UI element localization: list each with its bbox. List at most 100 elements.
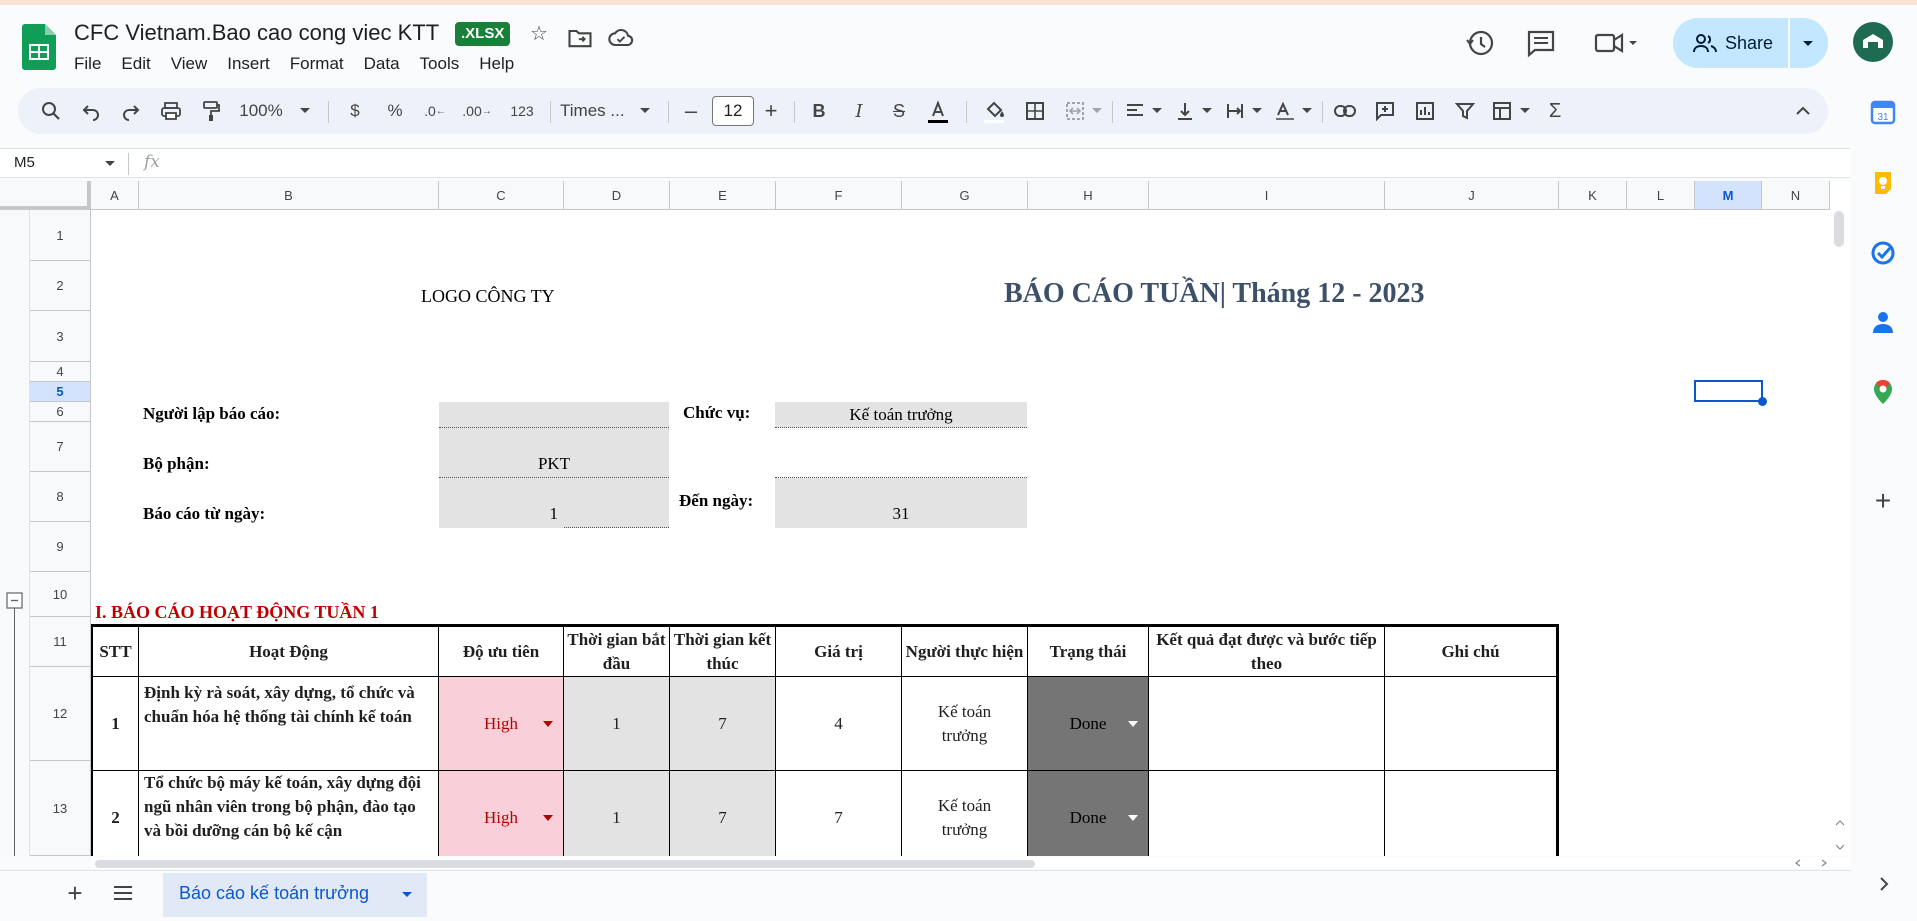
account-avatar[interactable] bbox=[1853, 22, 1893, 62]
filter-views-chevron-down-icon[interactable] bbox=[1518, 88, 1532, 134]
row-header-5[interactable]: 5 bbox=[30, 382, 91, 402]
row2-value[interactable]: 7 bbox=[776, 771, 902, 856]
merge-chevron-down-icon[interactable] bbox=[1090, 88, 1104, 134]
collapse-group-icon[interactable] bbox=[6, 592, 24, 856]
from-date-field-extra[interactable] bbox=[564, 478, 669, 528]
row1-priority[interactable]: High bbox=[439, 677, 564, 771]
sheets-logo-icon[interactable] bbox=[22, 24, 56, 70]
add-sheet-icon[interactable]: + bbox=[62, 880, 88, 906]
department-field[interactable]: PKT bbox=[439, 428, 669, 478]
menu-insert[interactable]: Insert bbox=[217, 52, 280, 76]
share-options-chevron-icon[interactable] bbox=[1801, 36, 1815, 50]
row1-result[interactable] bbox=[1149, 677, 1385, 771]
vertical-align-icon[interactable] bbox=[1170, 88, 1200, 134]
column-header-a[interactable]: A bbox=[91, 181, 139, 210]
decrease-font-size-icon[interactable]: – bbox=[678, 88, 704, 134]
move-folder-icon[interactable] bbox=[566, 24, 594, 52]
row2-owner[interactable]: Kế toán trưởng bbox=[902, 771, 1028, 856]
reporter-field[interactable] bbox=[439, 402, 669, 428]
row2-priority[interactable]: High bbox=[439, 771, 564, 856]
menu-format[interactable]: Format bbox=[280, 52, 354, 76]
fill-color-icon[interactable] bbox=[976, 88, 1012, 134]
format-percent-button[interactable]: % bbox=[382, 88, 408, 134]
column-header-b[interactable]: B bbox=[139, 181, 439, 210]
name-box[interactable]: M5 bbox=[14, 154, 35, 171]
star-icon[interactable]: ☆ bbox=[525, 20, 553, 48]
row-header-3[interactable]: 3 bbox=[30, 311, 91, 362]
column-header-h[interactable]: H bbox=[1028, 181, 1149, 210]
increase-decimal-button[interactable]: .00 → bbox=[460, 88, 494, 134]
filter-icon[interactable] bbox=[1450, 88, 1480, 134]
meet-video-icon[interactable] bbox=[1592, 26, 1642, 60]
format-currency-button[interactable]: $ bbox=[342, 88, 368, 134]
row2-result[interactable] bbox=[1149, 771, 1385, 856]
functions-sigma-icon[interactable]: Σ bbox=[1540, 88, 1570, 134]
zoom-select[interactable]: 100% bbox=[236, 88, 286, 134]
menu-help[interactable]: Help bbox=[469, 52, 524, 76]
horizontal-align-icon[interactable] bbox=[1120, 88, 1150, 134]
row1-stt[interactable]: 1 bbox=[93, 677, 139, 771]
text-rotation-icon[interactable] bbox=[1270, 88, 1300, 134]
dropdown-arrow-icon[interactable] bbox=[543, 815, 553, 821]
sheet-tab-chevron-down-icon[interactable] bbox=[401, 891, 413, 899]
row-header-12[interactable]: 12 bbox=[30, 667, 91, 761]
horizontal-scrollbar-thumb[interactable] bbox=[95, 860, 1035, 868]
add-addon-icon[interactable]: + bbox=[1870, 487, 1896, 515]
vertical-scroll-arrows-icon[interactable] bbox=[1834, 815, 1846, 855]
column-header-j[interactable]: J bbox=[1385, 181, 1559, 210]
valign-chevron-down-icon[interactable] bbox=[1200, 88, 1214, 134]
share-button[interactable]: Share bbox=[1673, 18, 1828, 68]
row-header-9[interactable]: 9 bbox=[30, 522, 91, 572]
collapse-toolbar-chevron-up-icon[interactable] bbox=[1788, 88, 1818, 134]
menu-data[interactable]: Data bbox=[354, 52, 410, 76]
column-header-c[interactable]: C bbox=[439, 181, 564, 210]
borders-icon[interactable] bbox=[1020, 88, 1050, 134]
italic-icon[interactable]: I bbox=[844, 88, 874, 134]
all-sheets-menu-icon[interactable] bbox=[112, 884, 134, 902]
decrease-decimal-button[interactable]: .0 ← bbox=[420, 88, 450, 134]
column-header-m[interactable]: M bbox=[1695, 181, 1762, 210]
from-date-field[interactable]: 1 bbox=[439, 478, 564, 528]
row-header-1[interactable]: 1 bbox=[30, 210, 91, 261]
font-size-input[interactable]: 12 bbox=[712, 96, 754, 126]
dropdown-arrow-icon[interactable] bbox=[1128, 815, 1138, 821]
contacts-icon[interactable] bbox=[1870, 309, 1896, 335]
column-header-e[interactable]: E bbox=[670, 181, 776, 210]
horizontal-scrollbar[interactable] bbox=[91, 857, 1851, 869]
maps-icon[interactable] bbox=[1870, 379, 1896, 405]
insert-comment-icon[interactable] bbox=[1370, 88, 1400, 134]
select-all-corner[interactable] bbox=[0, 181, 91, 210]
expand-side-panel-chevron-right-icon[interactable] bbox=[1878, 876, 1890, 892]
keep-icon[interactable] bbox=[1870, 170, 1896, 196]
cloud-saved-icon[interactable] bbox=[607, 24, 635, 52]
insert-link-icon[interactable] bbox=[1330, 88, 1360, 134]
column-header-d[interactable]: D bbox=[564, 181, 670, 210]
menu-file[interactable]: File bbox=[64, 52, 111, 76]
row2-end[interactable]: 7 bbox=[670, 771, 776, 856]
text-wrapping-icon[interactable] bbox=[1220, 88, 1250, 134]
sheet-tab-active[interactable]: Báo cáo kế toán trưởng bbox=[163, 873, 427, 917]
font-chevron-down-icon[interactable] bbox=[638, 88, 652, 134]
column-header-k[interactable]: K bbox=[1559, 181, 1627, 210]
spreadsheet-grid[interactable]: A B C D E F G H I J K L M N 1 2 3 4 5 6 … bbox=[0, 181, 1850, 856]
row2-status[interactable]: Done bbox=[1028, 771, 1149, 856]
row-header-7[interactable]: 7 bbox=[30, 422, 91, 472]
column-header-f[interactable]: F bbox=[776, 181, 902, 210]
menu-view[interactable]: View bbox=[161, 52, 218, 76]
dropdown-arrow-icon[interactable] bbox=[543, 720, 553, 727]
row-header-4[interactable]: 4 bbox=[30, 362, 91, 382]
dropdown-arrow-icon[interactable] bbox=[1128, 720, 1138, 727]
strikethrough-icon[interactable]: S bbox=[884, 88, 914, 134]
vertical-scrollbar-thumb[interactable] bbox=[1834, 211, 1844, 247]
row-header-11[interactable]: 11 bbox=[30, 617, 91, 667]
column-header-g[interactable]: G bbox=[902, 181, 1028, 210]
position-field[interactable]: Kế toán trưởng bbox=[775, 402, 1027, 428]
row1-owner[interactable]: Kế toán trưởng bbox=[902, 677, 1028, 771]
row-header-10[interactable]: 10 bbox=[30, 572, 91, 617]
bold-icon[interactable]: B bbox=[804, 88, 834, 134]
increase-font-size-icon[interactable]: + bbox=[758, 88, 784, 134]
row1-end[interactable]: 7 bbox=[670, 677, 776, 771]
column-header-l[interactable]: L bbox=[1627, 181, 1695, 210]
name-box-chevron-down-icon[interactable] bbox=[104, 160, 116, 168]
horizontal-scroll-arrows-icon[interactable] bbox=[1792, 858, 1832, 868]
